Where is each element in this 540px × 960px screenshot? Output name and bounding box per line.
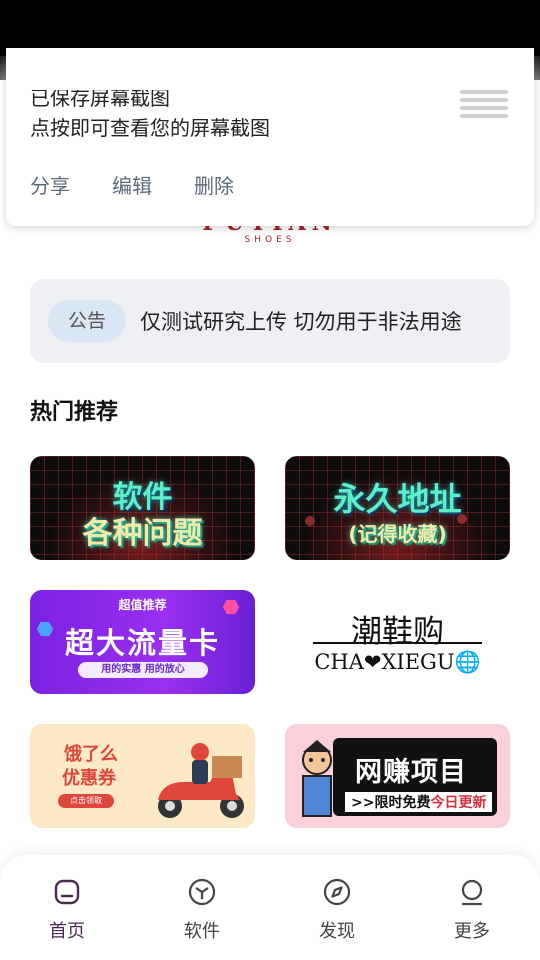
card-subtitle: (记得收藏) [348, 522, 447, 546]
card-tagline: 超值推荐 [118, 598, 167, 612]
notice-bar[interactable]: 公告 仅测试研究上传 切勿用于非法用途 [30, 279, 510, 363]
cartoon-man-icon [302, 740, 332, 817]
delivery-scooter-icon [158, 743, 244, 818]
card-sneaker-shop[interactable]: 潮鞋购 CHA❤XIEGU🌐 [285, 590, 510, 694]
cube-icon [188, 878, 216, 906]
nav-more-label: 更多 [454, 921, 490, 942]
decoration-dot [305, 516, 315, 526]
card-title: 超大流量卡 [64, 626, 220, 660]
claim-button: 点击领取 [58, 794, 114, 808]
nav-software[interactable]: 软件 [162, 877, 242, 943]
notification-actions: 分享 编辑 删除 [30, 170, 234, 199]
compass-icon [323, 878, 351, 906]
decoration-dot [457, 514, 467, 524]
card-subtitle-highlight: 今日更新 [430, 795, 487, 811]
card-title: 饿了么 [64, 744, 118, 765]
card-subtitle-prefix: >>限时免费 [351, 795, 431, 811]
delete-button[interactable]: 删除 [194, 170, 234, 199]
section-title: 热门推荐 [30, 400, 119, 425]
card-software-issues[interactable]: 软件 各种问题 [30, 456, 255, 560]
card-eleme-coupon[interactable]: 饿了么 优惠券 点击领取 [30, 724, 255, 828]
notice-text-content: 仅测试研究上传 切勿用于非法用途 [140, 310, 462, 334]
edit-button[interactable]: 编辑 [112, 170, 152, 199]
nav-discover-label: 发现 [319, 921, 355, 942]
bottom-navigation: 首页 软件 发现 更多 [0, 855, 540, 960]
card-subtitle: 优惠券 [62, 768, 116, 789]
nav-discover[interactable]: 发现 [297, 877, 377, 943]
card-subtitle: 各种问题 [82, 516, 203, 551]
nav-more[interactable]: 更多 [432, 877, 512, 943]
person-icon [461, 879, 483, 906]
card-subtitle: >>限时免费今日更新 [345, 792, 493, 812]
screenshot-thumbnail[interactable] [458, 86, 510, 136]
notice-tag: 公告 [48, 300, 126, 342]
screenshot-notification[interactable]: 已保存屏幕截图 点按即可查看您的屏幕截图 分享 编辑 删除 [6, 48, 534, 226]
share-button[interactable]: 分享 [30, 170, 70, 199]
nav-home[interactable]: 首页 [27, 877, 107, 943]
notice-text: 仅测试研究上传 切勿用于非法用途 [140, 306, 500, 336]
card-title: 永久地址 [333, 480, 462, 518]
card-slogan: 用的实惠 用的放心 [78, 662, 208, 678]
card-permanent-address[interactable]: 永久地址 (记得收藏) [285, 456, 510, 560]
nav-software-label: 软件 [184, 921, 220, 942]
notification-message: 点按即可查看您的屏幕截图 [30, 116, 270, 140]
nav-home-label: 首页 [49, 921, 85, 942]
card-title: 潮鞋购 [351, 614, 444, 650]
home-icon [54, 879, 80, 905]
card-subtitle: CHA❤XIEGU🌐 [314, 650, 481, 674]
card-title: 网赚项目 [355, 757, 467, 788]
divider [313, 642, 482, 644]
card-online-earning[interactable]: 网赚项目 >>限时免费今日更新 [285, 724, 510, 828]
notification-title: 已保存屏幕截图 [30, 86, 170, 110]
logo-sub-text: SHOES [244, 235, 296, 245]
card-data-sim[interactable]: 超值推荐 超大流量卡 用的实惠 用的放心 [30, 590, 255, 694]
